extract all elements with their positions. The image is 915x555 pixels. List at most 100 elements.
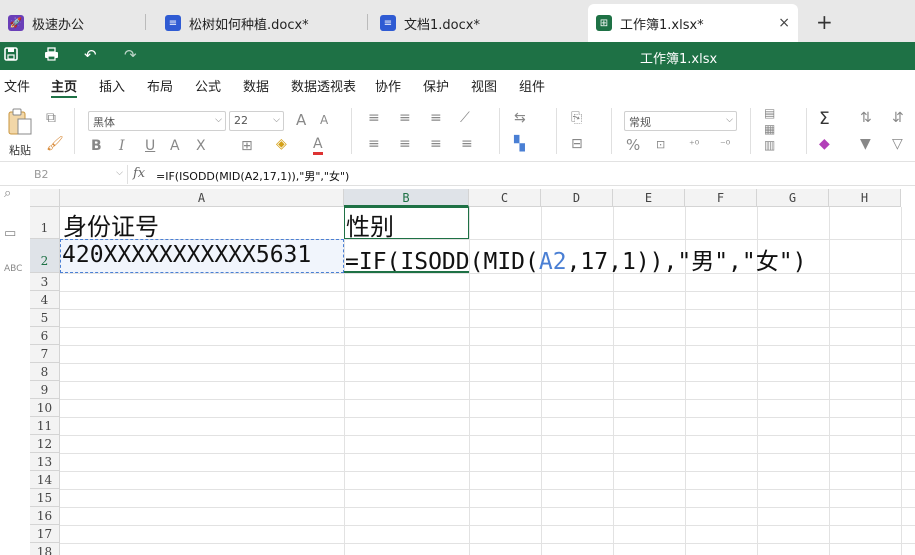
shrink-font-icon[interactable]: A <box>320 113 328 127</box>
spellcheck-icon[interactable]: ABC <box>4 264 22 274</box>
column-header-f[interactable]: F <box>685 189 757 207</box>
select-all-corner[interactable] <box>30 189 60 207</box>
align-justify-icon[interactable]: ≡ <box>461 136 473 152</box>
column-header-h[interactable]: H <box>829 189 901 207</box>
search-icon[interactable]: ⌕ <box>4 186 11 201</box>
font-name-select[interactable]: 黑体 ⌵ <box>88 111 226 131</box>
row-header-11[interactable]: 11 <box>30 417 60 435</box>
fx-icon[interactable]: fx <box>133 166 145 181</box>
column-header-c[interactable]: C <box>469 189 541 207</box>
percent-button[interactable]: % <box>626 136 640 154</box>
decrease-decimal-icon[interactable]: ⁻⁰ <box>720 138 730 151</box>
format-as-table-icon[interactable]: ▦ <box>764 122 775 136</box>
align-top-icon[interactable]: ≡ <box>368 110 380 126</box>
sum-button[interactable]: Σ <box>819 109 830 129</box>
menu-home[interactable]: 主页 <box>51 76 78 98</box>
clear-filter-icon[interactable]: ▽ <box>892 136 903 152</box>
fill-color-icon[interactable]: ◈ <box>276 136 287 152</box>
new-tab-button[interactable]: + <box>816 10 833 34</box>
row-header-12[interactable]: 12 <box>30 435 60 453</box>
row-header-16[interactable]: 16 <box>30 507 60 525</box>
currency-icon[interactable]: ⊡ <box>656 138 665 151</box>
cell-style-icon[interactable]: ▚ <box>514 136 525 152</box>
cell-a1[interactable]: 身份证号 <box>63 207 159 242</box>
conditional-format-icon[interactable]: ▤ <box>764 106 775 120</box>
column-header-a[interactable]: A <box>60 189 344 207</box>
menu-layout[interactable]: 布局 <box>147 76 173 95</box>
tab-workbook[interactable]: ⊞ 工作簿1.xlsx* × <box>588 4 798 42</box>
subscript-button[interactable]: X <box>196 138 206 154</box>
grow-font-icon[interactable]: A <box>296 111 306 129</box>
row-header-4[interactable]: 4 <box>30 291 60 309</box>
menu-components[interactable]: 组件 <box>519 76 545 95</box>
align-center-icon[interactable]: ≡ <box>399 136 411 152</box>
wrap-text-icon[interactable]: ⇆ <box>514 110 526 126</box>
increase-decimal-icon[interactable]: ⁺⁰ <box>689 138 699 151</box>
comment-icon[interactable]: ▭ <box>4 226 16 241</box>
row-header-9[interactable]: 9 <box>30 381 60 399</box>
merge-icon[interactable]: ⎘ <box>571 110 582 126</box>
row-header-3[interactable]: 3 <box>30 273 60 291</box>
row-header-6[interactable]: 6 <box>30 327 60 345</box>
name-box[interactable]: B2 ⌵ <box>30 165 128 184</box>
align-middle-icon[interactable]: ≡ <box>399 110 411 126</box>
copy-icon[interactable]: ⧉ <box>46 110 56 126</box>
borders-icon[interactable]: ⊞ <box>241 138 253 154</box>
column-header-e[interactable]: E <box>613 189 685 207</box>
text-orientation-icon[interactable]: ⟋ <box>460 110 470 126</box>
menu-formula[interactable]: 公式 <box>195 76 221 95</box>
redo-icon[interactable]: ↷ <box>124 46 137 64</box>
paste-icon[interactable] <box>7 108 33 140</box>
paste-label[interactable]: 粘贴 <box>9 142 31 158</box>
column-header-d[interactable]: D <box>541 189 613 207</box>
column-header-g[interactable]: G <box>757 189 829 207</box>
row-header-1[interactable]: 1 <box>30 207 60 239</box>
close-icon[interactable]: × <box>778 15 790 31</box>
row-header-15[interactable]: 15 <box>30 489 60 507</box>
menu-file[interactable]: 文件 <box>4 76 30 95</box>
row-header-13[interactable]: 13 <box>30 453 60 471</box>
font-color-button[interactable]: A <box>313 136 323 155</box>
row-header-10[interactable]: 10 <box>30 399 60 417</box>
row-header-5[interactable]: 5 <box>30 309 60 327</box>
row-header-18[interactable]: 18 <box>30 543 60 555</box>
menu-data[interactable]: 数据 <box>243 76 269 95</box>
save-icon[interactable] <box>4 47 18 65</box>
cell-styles-icon[interactable]: ▥ <box>764 138 775 152</box>
tab-doc-1[interactable]: ≡ 文档1.docx* <box>372 4 582 42</box>
filter-clear-icon[interactable]: ⇵ <box>892 110 904 126</box>
align-right-icon[interactable]: ≡ <box>430 136 442 152</box>
spreadsheet-grid[interactable]: A B C D E F G H 1 2 3 4 5 6 7 8 9 10 11 … <box>30 189 915 555</box>
eraser-icon[interactable]: ◆ <box>819 136 830 152</box>
row-header-7[interactable]: 7 <box>30 345 60 363</box>
bold-button[interactable]: B <box>91 138 102 154</box>
underline-button[interactable]: U <box>145 138 155 154</box>
column-header-b[interactable]: B <box>344 189 469 207</box>
menu-insert[interactable]: 插入 <box>99 76 125 95</box>
row-header-2[interactable]: 2 <box>30 239 60 273</box>
tab-home[interactable]: 🚀 极速办公 <box>0 4 145 42</box>
italic-button[interactable]: I <box>119 138 125 154</box>
print-icon[interactable] <box>44 47 59 65</box>
cell-b1[interactable]: 性别 <box>346 207 394 242</box>
menu-pivot[interactable]: 数据透视表 <box>291 76 356 95</box>
number-format-select[interactable]: 常规 ⌵ <box>624 111 737 131</box>
strikethrough-button[interactable]: A <box>170 138 180 154</box>
format-painter-icon[interactable]: 🖌 <box>46 136 64 152</box>
menu-collab[interactable]: 协作 <box>375 76 401 95</box>
font-size-select[interactable]: 22 ⌵ <box>229 111 284 131</box>
tab-doc-pine[interactable]: ≡ 松树如何种植.docx* <box>157 4 367 42</box>
row-header-17[interactable]: 17 <box>30 525 60 543</box>
row-header-8[interactable]: 8 <box>30 363 60 381</box>
formula-input[interactable]: =IF(ISODD(MID(A2,17,1)),"男","女") <box>156 168 349 184</box>
align-left-icon[interactable]: ≡ <box>368 136 380 152</box>
merge-cells-icon[interactable]: ⊟ <box>571 136 583 152</box>
row-header-14[interactable]: 14 <box>30 471 60 489</box>
undo-icon[interactable]: ↶ <box>84 46 97 64</box>
sort-icon[interactable]: ⇅ <box>860 110 872 126</box>
menu-protect[interactable]: 保护 <box>423 76 449 95</box>
align-bottom-icon[interactable]: ≡ <box>430 110 442 126</box>
filter-icon[interactable]: ▼ <box>860 136 871 152</box>
cell-a2[interactable]: 420XXXXXXXXXXX5631 <box>62 242 311 268</box>
menu-view[interactable]: 视图 <box>471 76 497 95</box>
